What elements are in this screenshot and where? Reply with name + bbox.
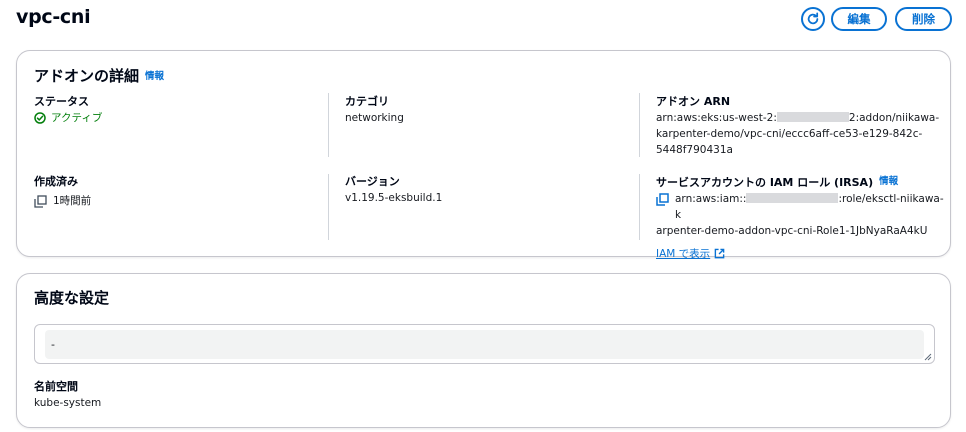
configuration-values-textarea[interactable]: -: [34, 324, 935, 364]
addon-arn-line1-prefix: arn:aws:eks:us-west-2:: [656, 112, 777, 124]
created-label: 作成済み: [34, 175, 78, 188]
iam-role-heading: サービスアカウントの IAM ロール (IRSA) 情報: [656, 174, 946, 190]
success-check-icon: [34, 112, 46, 124]
iam-role-line2: arpenter-demo-addon-vpc-cni-Role1-1JbNya…: [656, 225, 928, 237]
category-label: カテゴリ: [345, 95, 389, 108]
resize-handle-icon[interactable]: [924, 353, 932, 361]
addon-arn-label: アドオン ARN: [656, 95, 731, 108]
addon-details-card: アドオンの詳細 情報 ステータス アクティブ 作成済み 1時間前 カテゴリ net…: [16, 50, 951, 260]
iam-role-label: サービスアカウントの IAM ロール (IRSA): [656, 176, 874, 189]
copy-icon[interactable]: [656, 193, 669, 206]
category-field: カテゴリ networking: [345, 94, 404, 126]
redacted-account-id: [776, 112, 849, 122]
view-in-iam-link[interactable]: IAM で表示: [656, 246, 725, 261]
view-in-iam-text: IAM で表示: [656, 248, 711, 260]
delete-button[interactable]: 削除: [895, 7, 952, 31]
addon-arn-line1-suffix: 2:addon/niikawa-: [848, 112, 940, 124]
created-text: 1時間前: [53, 195, 92, 207]
status-text: アクティブ: [51, 112, 103, 124]
external-link-icon: [714, 248, 725, 259]
edit-button[interactable]: 編集: [831, 7, 887, 31]
version-value: v1.19.5-eksbuild.1: [345, 192, 443, 204]
column-divider: [328, 93, 329, 157]
iam-role-info-link[interactable]: 情報: [879, 176, 898, 187]
addon-arn-value: arn:aws:eks:us-west-2: 2:addon/niikawa- k…: [656, 110, 941, 158]
view-in-iam-container: IAM で表示: [656, 242, 946, 261]
created-value: 1時間前: [34, 193, 91, 209]
status-value: アクティブ: [34, 110, 102, 126]
namespace-label: 名前空間: [34, 380, 78, 393]
iam-role-field: サービスアカウントの IAM ロール (IRSA) 情報 arn:aws:iam:…: [656, 174, 946, 261]
version-label: バージョン: [345, 175, 400, 188]
addon-details-title: アドオンの詳細: [34, 67, 140, 85]
status-label: ステータス: [34, 95, 89, 108]
column-divider: [639, 93, 640, 157]
advanced-settings-title: 高度な設定: [34, 289, 110, 307]
redacted-account-id: [746, 193, 839, 203]
refresh-icon: [807, 12, 819, 25]
category-value: networking: [345, 112, 404, 124]
addon-details-info-link[interactable]: 情報: [145, 71, 164, 82]
refresh-button[interactable]: [801, 7, 825, 31]
namespace-value: kube-system: [34, 397, 102, 409]
advanced-settings-card: 高度な設定 - 名前空間 kube-system: [16, 273, 951, 428]
addon-arn-field: アドオン ARN arn:aws:eks:us-west-2: 2:addon/n…: [656, 94, 941, 158]
namespace-field: 名前空間 kube-system: [34, 379, 101, 411]
column-divider: [639, 174, 640, 240]
version-field: バージョン v1.19.5-eksbuild.1: [345, 174, 442, 206]
status-field: ステータス アクティブ: [34, 94, 102, 126]
copy-icon[interactable]: [34, 195, 47, 208]
iam-role-value: arn:aws:iam:::role/eksctl-niikawa-k: [656, 191, 946, 223]
page-title: vpc-cni: [16, 6, 91, 28]
addon-details-heading: アドオンの詳細 情報: [34, 65, 164, 86]
iam-role-line1-prefix: arn:aws:iam::: [675, 193, 747, 205]
column-divider: [328, 174, 329, 240]
addon-arn-line3: 5448f790431a: [656, 144, 733, 156]
configuration-values-content: -: [45, 330, 924, 359]
addon-arn-line2: karpenter-demo/vpc-cni/eccc6aff-ce53-e12…: [656, 128, 923, 140]
created-field: 作成済み 1時間前: [34, 174, 91, 209]
